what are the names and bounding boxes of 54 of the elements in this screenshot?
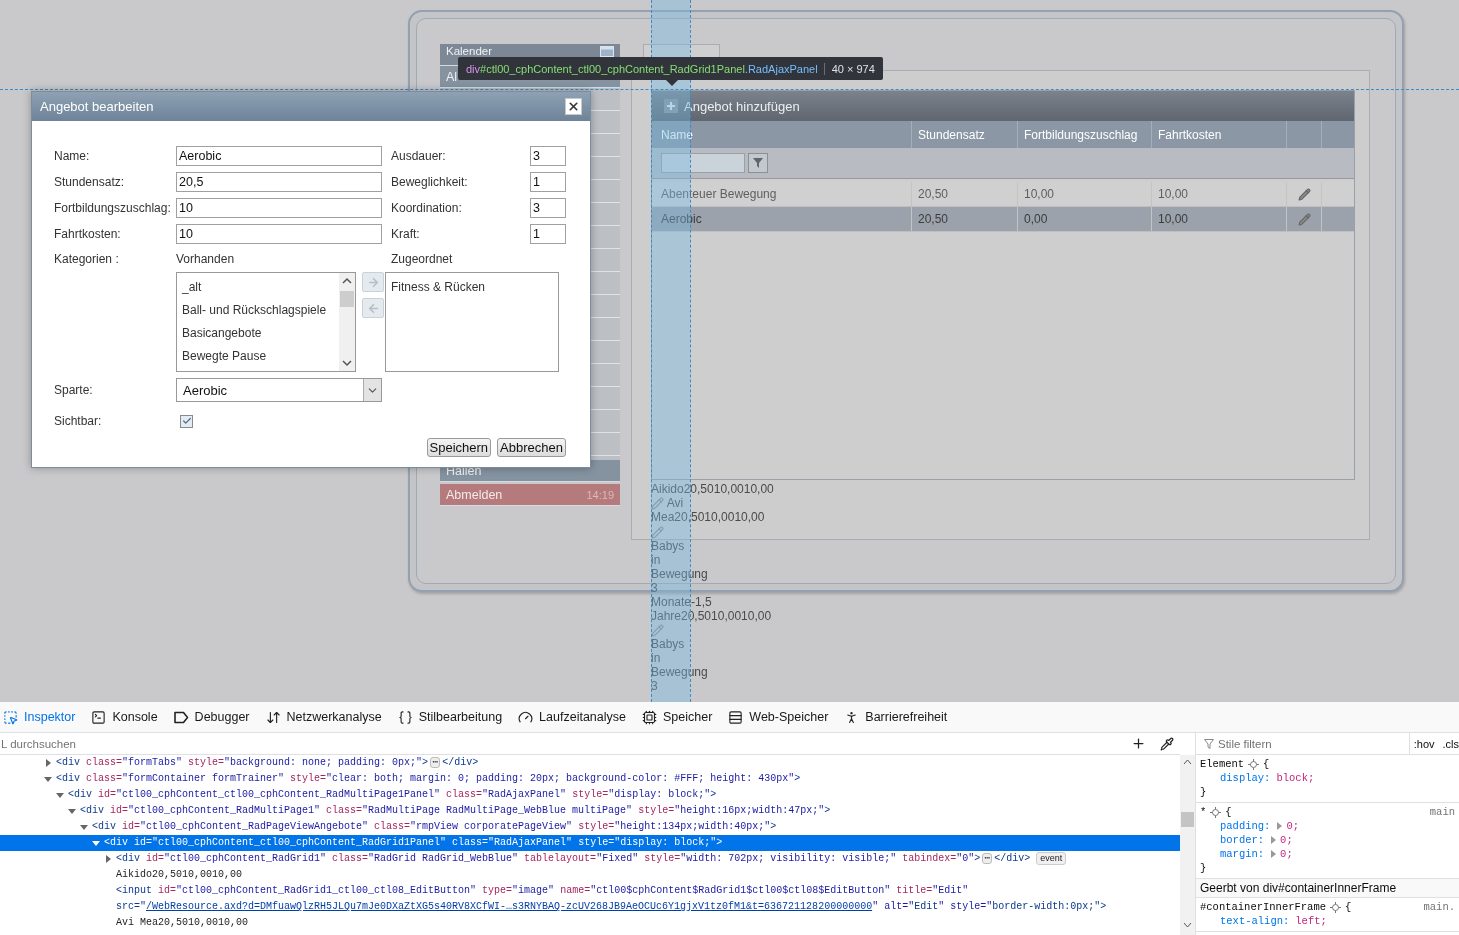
field-label: Koordination:	[391, 201, 463, 215]
markup-text: Aikido20,5010,0010,00	[116, 869, 243, 880]
markup-code: </div>	[994, 853, 1031, 864]
grid-overflow-text: Babys in Bewegung 3	[651, 637, 708, 693]
rule-selector: #containerInnerFrame	[1200, 900, 1327, 914]
markup-text: Avi Mea20,5010,0010,00	[116, 917, 249, 928]
markup-code: <div class="formTabs" style="background: none; padding: 0px;">	[56, 757, 429, 768]
table-cell: 10,00	[1151, 207, 1286, 231]
table-cell: 20,50	[911, 207, 1017, 231]
list-label: Vorhanden	[176, 252, 236, 266]
markup-code: <input id="ctl00_cphContent_RadGrid1_ctl00_ctl08_EditButton" type="image" name="ctl00$cphContent$RadGrid1$ctl00$ctl08$EditButton" title="Edit"	[116, 885, 970, 896]
table-cell-text: Abenteuer Bewegung	[660, 186, 778, 203]
table-cell: 10,00	[1017, 182, 1151, 206]
field-label: Sparte:	[54, 383, 94, 397]
markup-code: </div>	[442, 757, 479, 768]
dialog-title: Angebot bearbeiten	[40, 99, 154, 114]
markup-code: <div class="formContainer formTrainer" style="clear: both; margin: 0; padding: 20px; background-color: #FFF; height: 430px">	[56, 773, 801, 784]
sidebar-label: Kalender	[446, 45, 493, 57]
brace-text: }	[1200, 861, 1208, 875]
session-time: 14:19	[586, 488, 614, 501]
brace-text: {	[1263, 757, 1270, 771]
field-label: Sichtbar:	[54, 414, 103, 428]
table-cell: 0,00	[1017, 207, 1151, 231]
inherited-heading: Geerbt von div#containerInnerFrame	[1196, 879, 1459, 898]
field-label: Ausdauer:	[391, 149, 447, 163]
field-label: Kategorien :	[54, 252, 120, 266]
markup-code: <div id="ctl00_cphContent_ctl00_cphContent_RadMultiPage1Panel" class="RadAjaxPanel" style="display: block;">	[68, 789, 717, 800]
list-label: Zugeordnet	[391, 252, 454, 266]
sidebar-label: Abmelden	[446, 488, 503, 501]
rule-selector: *	[1200, 805, 1207, 819]
markup-code: <div id="ctl00_cphContent_ctl00_cphContent_RadGrid1Panel" class="RadAjaxPanel" style="display: block;">	[104, 837, 723, 848]
table-cell: 20,50	[911, 182, 1017, 206]
brace-text: {	[1225, 805, 1232, 819]
markup-code: <div id="ctl00_cphContent_RadGrid1" class="RadGrid RadGrid_WebBlue" tablelayout="Fixed" style="width: 702px; visibility: visible;" tabindex="0">	[116, 853, 981, 864]
table-cell: 10,00	[1151, 182, 1286, 206]
markup-code: src="	[116, 901, 146, 912]
rule-selector: Element	[1200, 757, 1245, 771]
grid-overflow-text: Babys in Bewegung 3 Monate-1,5 Jahre20,5010,0010,00	[651, 538, 772, 623]
markup-code: <div id="ctl00_cphContent_RadPageViewAngebote" class="rmpView corporatePageView" style="height:134px;width:40px;">	[92, 821, 777, 832]
element-size: 40 × 974	[823, 62, 875, 75]
field-label: Fahrtkosten:	[54, 227, 122, 241]
grid-overflow-text: Avi	[666, 496, 684, 510]
field-label: Name:	[54, 149, 91, 163]
field-label: Beweglichkeit:	[391, 175, 469, 189]
field-label: Stundensatz:	[54, 175, 126, 189]
markup-code: " alt="Edit" style="border-width:0px;">	[872, 901, 1107, 912]
brace-text: {	[1345, 900, 1352, 914]
grid-overflow-text: Mea20,5010,0010,00	[651, 510, 765, 525]
field-label: Kraft:	[391, 227, 421, 241]
brace-text: }	[1200, 785, 1208, 799]
grid-overflow-text: Aikido20,5010,0010,00	[651, 482, 774, 496]
field-label: Fortbildungszuschlag:	[54, 201, 172, 215]
table-cell-text: Aerobic	[660, 211, 703, 228]
markup-code: <div id="ctl00_cphContent_RadMultiPage1" class="RadMultiPage RadMultiPage_WebBlue multiPage" style="height:16px;width:47px;">	[80, 805, 831, 816]
